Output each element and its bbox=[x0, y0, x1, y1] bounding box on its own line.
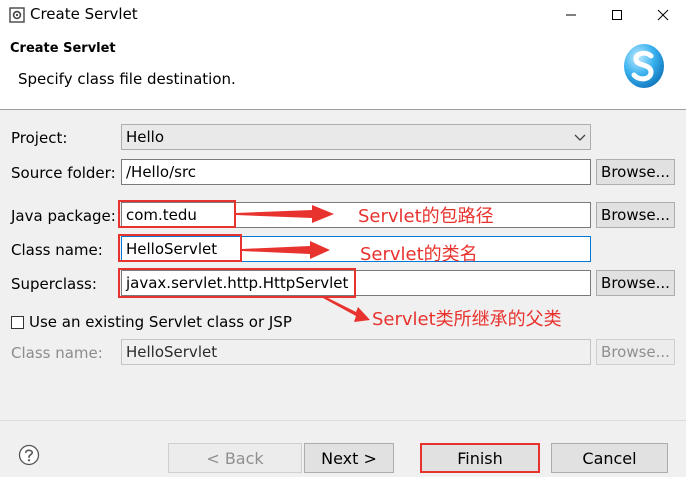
maximize-button[interactable] bbox=[594, 0, 640, 30]
superclass-highlight-box bbox=[118, 268, 356, 298]
servlet-wizard-icon bbox=[9, 7, 25, 23]
superclass-annotation: Servlet类所继承的父类 bbox=[372, 309, 562, 330]
chevron-down-icon[interactable] bbox=[574, 134, 586, 142]
minimize-icon bbox=[566, 14, 576, 16]
existing-class-name-label: Class name: bbox=[11, 344, 103, 362]
source-folder-label: Source folder: bbox=[11, 164, 116, 182]
superclass-label: Superclass: bbox=[11, 275, 97, 293]
banner-description: Specify class file destination. bbox=[18, 70, 236, 88]
minimize-button[interactable] bbox=[548, 0, 594, 30]
class-name-label: Class name: bbox=[11, 241, 103, 259]
footer-separator bbox=[0, 420, 686, 421]
window-title: Create Servlet bbox=[30, 5, 138, 23]
package-annotation: Servlet的包路径 bbox=[358, 206, 494, 227]
package-highlight-box bbox=[118, 200, 236, 228]
servlet-logo-icon bbox=[624, 44, 664, 88]
close-icon bbox=[657, 9, 669, 21]
superclass-arrow-icon bbox=[323, 296, 370, 322]
use-existing-checkbox[interactable] bbox=[11, 316, 24, 329]
project-label: Project: bbox=[11, 129, 68, 147]
back-button: < Back bbox=[168, 443, 302, 473]
maximize-icon bbox=[612, 10, 622, 20]
source-folder-input[interactable]: /Hello/src bbox=[121, 159, 591, 185]
class-name-arrow-icon bbox=[242, 241, 330, 259]
class-name-highlight-box bbox=[118, 234, 242, 262]
cancel-button[interactable]: Cancel bbox=[551, 443, 668, 473]
package-arrow-icon bbox=[236, 205, 334, 223]
existing-class-browse-button: Browse... bbox=[596, 339, 675, 365]
banner-title: Create Servlet bbox=[10, 41, 116, 56]
source-folder-browse-button[interactable]: Browse... bbox=[596, 159, 675, 185]
help-icon[interactable] bbox=[18, 444, 40, 466]
use-existing-label[interactable]: Use an existing Servlet class or JSP bbox=[29, 313, 292, 331]
next-button[interactable]: Next > bbox=[304, 443, 394, 473]
project-combo[interactable]: Hello bbox=[121, 124, 591, 150]
java-package-browse-button[interactable]: Browse... bbox=[596, 202, 675, 228]
superclass-browse-button[interactable]: Browse... bbox=[596, 270, 675, 296]
java-package-label: Java package: bbox=[11, 207, 116, 225]
finish-button[interactable]: Finish bbox=[420, 443, 540, 473]
existing-class-name-input: HelloServlet bbox=[121, 339, 591, 365]
class-name-annotation: Servlet的类名 bbox=[360, 244, 478, 265]
close-button[interactable] bbox=[640, 0, 686, 30]
